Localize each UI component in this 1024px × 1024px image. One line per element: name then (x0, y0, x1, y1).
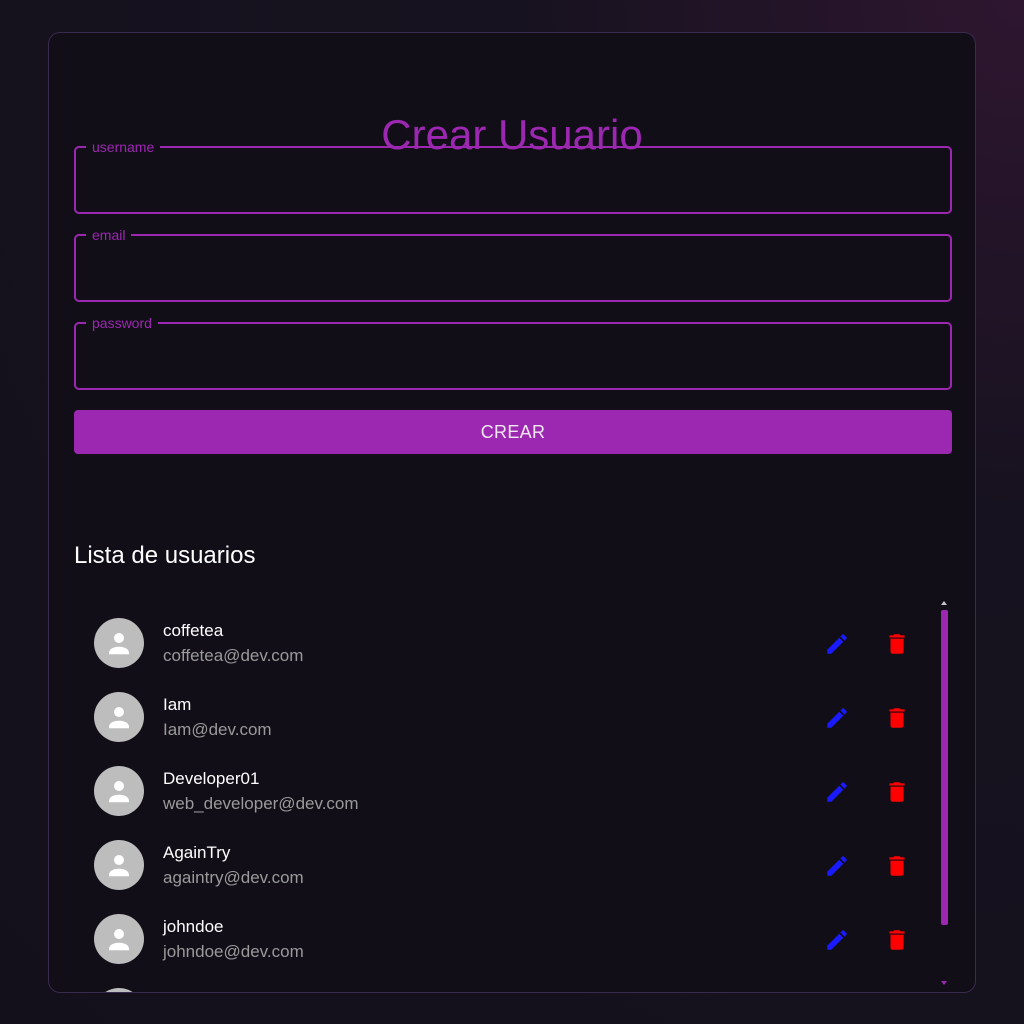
user-email: coffetea@dev.com (163, 646, 304, 665)
username-label: username (92, 139, 155, 155)
user-email: Iam@dev.com (163, 720, 272, 739)
user-name: Developer01 (163, 769, 260, 788)
list-item: AgainTry againtry@dev.com (74, 821, 934, 895)
pencil-icon[interactable] (822, 777, 852, 807)
list-item: coffetea coffetea@dev.com (74, 599, 934, 673)
pencil-icon[interactable] (822, 703, 852, 733)
person-icon (94, 988, 144, 992)
trash-icon[interactable] (882, 703, 912, 733)
password-field[interactable]: password (74, 316, 952, 390)
list-item: Iam Iam@dev.com (74, 673, 934, 747)
password-input[interactable] (84, 330, 946, 372)
person-icon (94, 914, 144, 964)
list-item: Developer01 web_developer@dev.com (74, 747, 934, 821)
list-item-partial (74, 969, 934, 992)
user-list[interactable]: coffetea coffetea@dev.com Iam Iam@dev.co… (74, 599, 954, 992)
user-list-title: Lista de usuarios (74, 542, 256, 569)
email-label: email (92, 227, 126, 243)
scroll-up-arrow-icon[interactable] (939, 599, 949, 607)
person-icon (94, 840, 144, 890)
password-label: password (92, 315, 152, 331)
pencil-icon[interactable] (822, 629, 852, 659)
username-input[interactable] (84, 154, 946, 196)
person-icon (94, 766, 144, 816)
email-input[interactable] (84, 242, 946, 284)
scrollbar-thumb[interactable] (941, 610, 948, 925)
trash-icon[interactable] (882, 629, 912, 659)
scroll-down-arrow-icon[interactable] (939, 979, 949, 987)
user-name: Iam (163, 695, 192, 714)
user-name: coffetea (163, 621, 224, 640)
user-email: web_developer@dev.com (163, 794, 359, 813)
pencil-icon[interactable] (822, 851, 852, 881)
trash-icon[interactable] (882, 851, 912, 881)
create-user-card: Crear Usuario username email password CR… (48, 32, 976, 993)
user-name: AgainTry (163, 843, 231, 862)
user-name: johndoe (163, 917, 224, 936)
user-email: againtry@dev.com (163, 868, 304, 887)
trash-icon[interactable] (882, 777, 912, 807)
person-icon (94, 692, 144, 742)
pencil-icon[interactable] (822, 925, 852, 955)
email-field[interactable]: email (74, 228, 952, 302)
create-button[interactable]: CREAR (74, 410, 952, 454)
person-icon (94, 618, 144, 668)
username-field[interactable]: username (74, 140, 952, 214)
list-item: johndoe johndoe@dev.com (74, 895, 934, 969)
user-email: johndoe@dev.com (163, 942, 304, 961)
trash-icon[interactable] (882, 925, 912, 955)
